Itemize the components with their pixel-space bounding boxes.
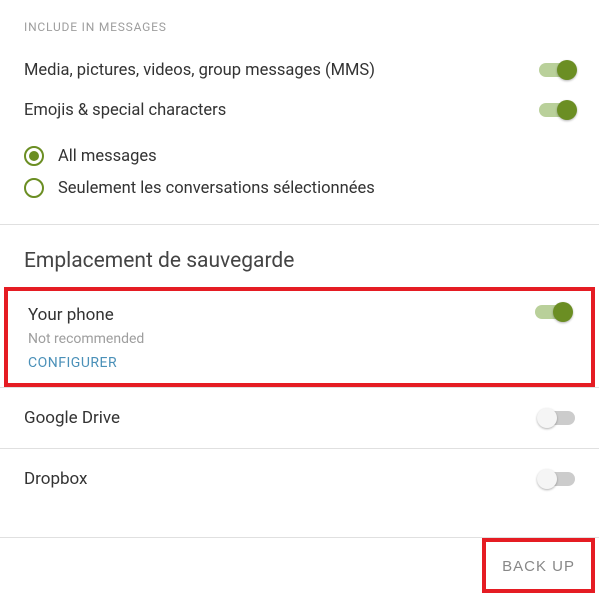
backup-button[interactable]: BACK UP	[502, 558, 575, 575]
emoji-toggle[interactable]	[539, 103, 575, 117]
toggle-thumb-icon	[537, 469, 557, 489]
gdrive-toggle[interactable]	[539, 411, 575, 425]
highlight-your-phone: Your phone Not recommended CONFIGURER	[4, 287, 595, 387]
footer-bar: BACK UP	[0, 537, 599, 593]
mms-label: Media, pictures, videos, group messages …	[24, 61, 375, 80]
gdrive-label: Google Drive	[24, 408, 120, 428]
phone-subtitle: Not recommended	[28, 331, 144, 347]
row-mms: Media, pictures, videos, group messages …	[0, 50, 599, 90]
toggle-thumb-icon	[557, 60, 577, 80]
radio-selected-label: Seulement les conversations sélectionnée…	[58, 179, 375, 198]
toggle-thumb-icon	[537, 408, 557, 428]
radio-all-messages[interactable]: All messages	[24, 140, 575, 172]
toggle-thumb-icon	[557, 100, 577, 120]
phone-toggle[interactable]	[535, 305, 571, 319]
radio-icon	[24, 146, 44, 166]
location-google-drive[interactable]: Google Drive	[0, 388, 599, 448]
message-scope-radio-group: All messages Seulement les conversations…	[0, 130, 599, 224]
radio-all-label: All messages	[58, 147, 157, 166]
location-your-phone[interactable]: Your phone Not recommended CONFIGURER	[8, 291, 591, 383]
row-emoji: Emojis & special characters	[0, 90, 599, 130]
radio-icon	[24, 178, 44, 198]
backup-location-header: Emplacement de sauvegarde	[0, 225, 599, 287]
phone-configure-link[interactable]: CONFIGURER	[28, 355, 144, 371]
toggle-thumb-icon	[553, 302, 573, 322]
phone-title: Your phone	[28, 305, 144, 325]
highlight-backup: BACK UP	[482, 538, 595, 593]
emoji-label: Emojis & special characters	[24, 101, 226, 120]
location-dropbox[interactable]: Dropbox	[0, 449, 599, 509]
radio-selected-conversations[interactable]: Seulement les conversations sélectionnée…	[24, 172, 575, 204]
dropbox-toggle[interactable]	[539, 472, 575, 486]
include-section-header: INCLUDE IN MESSAGES	[0, 20, 599, 50]
dropbox-label: Dropbox	[24, 469, 88, 489]
mms-toggle[interactable]	[539, 63, 575, 77]
